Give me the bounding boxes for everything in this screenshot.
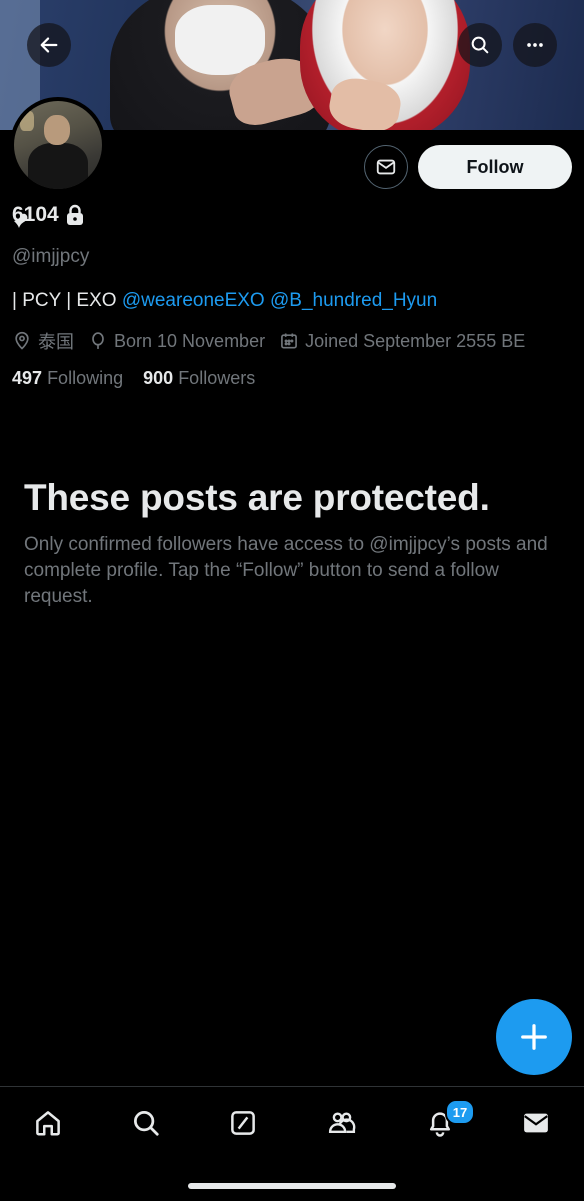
followers-link[interactable]: 900 Followers	[143, 368, 255, 388]
profile-bio: | PCY | EXO @weareoneEXO @B_hundred_Hyun	[12, 290, 437, 312]
birthday-text: Born 10 November	[114, 330, 266, 351]
communities-icon	[328, 1112, 356, 1133]
profile-meta: 泰国 Born 10 November Joined September 255…	[12, 328, 539, 354]
balloon-icon	[92, 332, 104, 349]
bio-mention-baekhyun[interactable]: @B_hundred_Hyun	[270, 290, 437, 311]
location-text: 泰国	[38, 332, 74, 352]
protected-body: Only confirmed followers have access to …	[24, 534, 548, 607]
more-icon	[527, 43, 543, 47]
plus-icon	[521, 1024, 547, 1050]
follow-button[interactable]: Follow	[418, 145, 572, 189]
back-arrow-icon	[40, 37, 58, 53]
bio-mention-exo[interactable]: @weareoneEXO	[122, 290, 265, 311]
followers-count: 900	[143, 368, 174, 388]
calendar-icon	[281, 333, 297, 349]
avatar-figure-head	[44, 115, 70, 145]
nav-home[interactable]	[26, 1101, 70, 1145]
profile-avatar[interactable]	[10, 97, 106, 193]
message-button[interactable]	[364, 145, 408, 189]
followers-label: Followers	[178, 368, 256, 388]
home-indicator[interactable]	[188, 1183, 396, 1189]
following-label: Following	[47, 368, 124, 388]
location-pin-icon	[15, 331, 29, 350]
profile-handle: @imjjpcy	[12, 246, 90, 267]
profile-stats: 497 Following 900 Followers	[12, 368, 255, 389]
protected-title: These posts are protected.	[24, 477, 490, 518]
search-icon	[134, 1111, 159, 1136]
notifications-badge: 17	[445, 1099, 475, 1125]
nav-grok[interactable]	[221, 1101, 265, 1145]
joined-item: Joined September 2555 BE	[279, 331, 525, 352]
joined-text: Joined September 2555 BE	[305, 330, 526, 351]
location-item: 泰国	[12, 328, 74, 354]
nav-messages[interactable]	[514, 1101, 558, 1145]
search-icon	[471, 36, 489, 54]
search-button[interactable]	[458, 23, 502, 67]
birthday-item: Born 10 November	[88, 331, 265, 352]
home-icon	[36, 1111, 60, 1136]
nav-explore[interactable]	[124, 1101, 168, 1145]
nav-communities[interactable]	[320, 1101, 364, 1145]
lock-icon	[66, 204, 83, 225]
protected-notice: These posts are protected. Only confirme…	[24, 476, 564, 610]
avatar-image	[14, 101, 102, 189]
grok-icon	[231, 1111, 255, 1135]
avatar-figure-body	[28, 143, 88, 189]
bio-text: | PCY | EXO	[12, 290, 122, 311]
messages-icon	[524, 1113, 548, 1133]
more-button[interactable]	[513, 23, 557, 67]
heart-emoji-icon	[14, 213, 28, 228]
mail-icon	[376, 159, 396, 175]
following-count: 497	[12, 368, 43, 388]
following-link[interactable]: 497 Following	[12, 368, 123, 388]
compose-button[interactable]	[496, 999, 572, 1075]
avatar-bg-detail	[20, 111, 34, 131]
back-button[interactable]	[27, 23, 71, 67]
